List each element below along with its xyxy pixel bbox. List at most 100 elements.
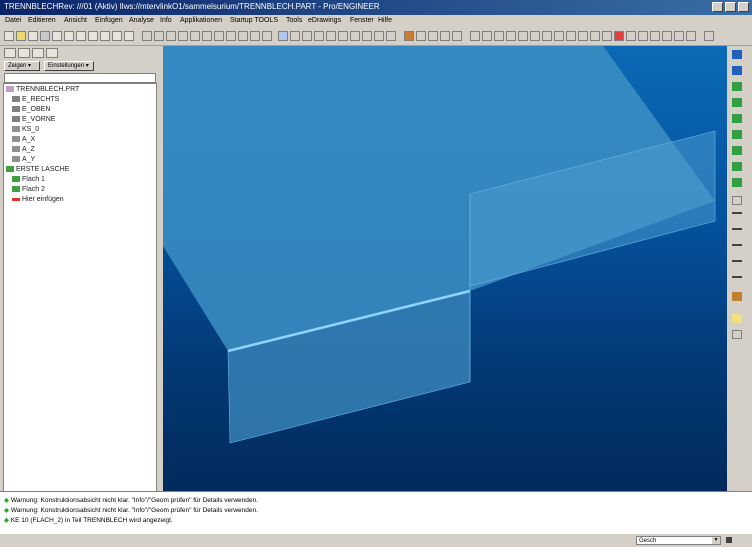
view-manager-icon[interactable] bbox=[386, 31, 396, 41]
new-file-icon[interactable] bbox=[4, 31, 14, 41]
point-tool-icon[interactable] bbox=[732, 260, 742, 262]
spline-tool-icon[interactable] bbox=[732, 244, 742, 246]
no-hidden-icon[interactable] bbox=[440, 31, 450, 41]
orient-icon[interactable] bbox=[302, 31, 312, 41]
measure-icon[interactable] bbox=[542, 31, 552, 41]
edit-tool-icon[interactable] bbox=[732, 292, 742, 301]
menu-einfuegen[interactable]: Einfügen bbox=[95, 17, 123, 24]
model-tree-icon[interactable] bbox=[262, 31, 272, 41]
wall-tool-icon[interactable] bbox=[732, 114, 742, 123]
appearance-icon[interactable] bbox=[404, 31, 414, 41]
reorient-icon[interactable] bbox=[350, 31, 360, 41]
section-icon[interactable] bbox=[566, 31, 576, 41]
folder-browser-tab-icon[interactable] bbox=[18, 48, 30, 58]
graphics-viewport[interactable] bbox=[163, 46, 727, 491]
minimize-button[interactable] bbox=[712, 2, 723, 12]
tree-item-e-vorne[interactable]: E_VORNE bbox=[12, 116, 55, 123]
note-tool-icon[interactable] bbox=[732, 330, 742, 339]
annotation-tool-icon[interactable] bbox=[732, 314, 742, 323]
wireframe-icon[interactable] bbox=[416, 31, 426, 41]
tag2-icon[interactable] bbox=[686, 31, 696, 41]
tree-item-erste-lasche[interactable]: ERSTE LASCHE bbox=[6, 166, 69, 173]
arc-tool-icon[interactable] bbox=[732, 228, 742, 230]
tree-item-e-rechts[interactable]: E_RECHTS bbox=[12, 96, 59, 103]
tree-item-flach-2[interactable]: Flach 2 bbox=[12, 186, 45, 193]
tree-item-ks-0[interactable]: KS_0 bbox=[12, 126, 39, 133]
datum-plane-tool-icon[interactable] bbox=[732, 50, 742, 59]
datum-axis-tool-icon[interactable] bbox=[732, 66, 742, 75]
annotations-icon[interactable] bbox=[518, 31, 528, 41]
tree-item-insert-here[interactable]: Hier einfügen bbox=[12, 196, 64, 203]
datum-point-tool-icon[interactable] bbox=[732, 82, 742, 91]
close-button[interactable] bbox=[738, 2, 749, 12]
menu-info[interactable]: Info bbox=[160, 17, 172, 24]
context-help-icon[interactable] bbox=[704, 31, 714, 41]
relations-icon[interactable] bbox=[226, 31, 236, 41]
close-window-icon[interactable] bbox=[124, 31, 134, 41]
shading-icon[interactable] bbox=[452, 31, 462, 41]
datum-axes-icon[interactable] bbox=[482, 31, 492, 41]
hidden-line-icon[interactable] bbox=[428, 31, 438, 41]
menu-datei[interactable]: Datei bbox=[5, 17, 21, 24]
undo-icon[interactable] bbox=[142, 31, 152, 41]
tag-icon[interactable] bbox=[674, 31, 684, 41]
tree-item-a-y[interactable]: A_Y bbox=[12, 156, 35, 163]
select-icon[interactable] bbox=[112, 31, 122, 41]
zoom-out-icon[interactable] bbox=[326, 31, 336, 41]
tree-filter-field[interactable] bbox=[4, 73, 156, 83]
menu-edrawings[interactable]: eDrawings bbox=[308, 17, 341, 24]
sketch-icon[interactable] bbox=[554, 31, 564, 41]
tree-item-e-oben[interactable]: E_OBEN bbox=[12, 106, 50, 113]
layer-icon[interactable] bbox=[374, 31, 384, 41]
maximize-button[interactable] bbox=[725, 2, 736, 12]
unbend-tool-icon[interactable] bbox=[732, 178, 742, 187]
pattern-icon[interactable] bbox=[202, 31, 212, 41]
coordinate-systems-icon[interactable] bbox=[506, 31, 516, 41]
find-icon[interactable] bbox=[100, 31, 110, 41]
flange-tool-icon[interactable] bbox=[732, 130, 742, 139]
show-button[interactable]: Zeigen ▾ bbox=[4, 61, 40, 71]
datum-plane-tag-icon[interactable] bbox=[626, 31, 636, 41]
parameters-icon[interactable] bbox=[238, 31, 248, 41]
csys-tag-icon[interactable] bbox=[662, 31, 672, 41]
datum-axis-tag-icon[interactable] bbox=[638, 31, 648, 41]
menu-startup-tools[interactable]: Startup TOOLS bbox=[230, 17, 278, 24]
tree-item-a-z[interactable]: A_Z bbox=[12, 146, 35, 153]
family-table-icon[interactable] bbox=[590, 31, 600, 41]
color-icon[interactable] bbox=[614, 31, 624, 41]
point-tag-icon[interactable] bbox=[650, 31, 660, 41]
flat-tool-icon[interactable] bbox=[732, 146, 742, 155]
trim-tool-icon[interactable] bbox=[732, 276, 742, 278]
refit-icon[interactable] bbox=[338, 31, 348, 41]
table-icon[interactable] bbox=[602, 31, 612, 41]
bend-tool-icon[interactable] bbox=[732, 162, 742, 171]
copy-icon[interactable] bbox=[64, 31, 74, 41]
print-icon[interactable] bbox=[40, 31, 50, 41]
tree-item-root[interactable]: TRENNBLECH.PRT bbox=[6, 86, 79, 93]
csys-tool-icon[interactable] bbox=[732, 98, 742, 107]
chevron-down-icon[interactable]: ▼ bbox=[712, 537, 720, 544]
datum-points-icon[interactable] bbox=[494, 31, 504, 41]
xsec-icon[interactable] bbox=[578, 31, 588, 41]
favorites-tab-icon[interactable] bbox=[32, 48, 44, 58]
email-icon[interactable] bbox=[52, 31, 62, 41]
spin-center-toggle-icon[interactable] bbox=[530, 31, 540, 41]
tree-item-a-x[interactable]: A_X bbox=[12, 136, 35, 143]
cut-icon[interactable] bbox=[166, 31, 176, 41]
group-icon[interactable] bbox=[214, 31, 224, 41]
menu-ansicht[interactable]: Ansicht bbox=[64, 17, 87, 24]
history-tab-icon[interactable] bbox=[46, 48, 58, 58]
menu-fenster[interactable]: Fenster bbox=[350, 17, 374, 24]
regenerate-icon[interactable] bbox=[88, 31, 98, 41]
mirror-icon[interactable] bbox=[190, 31, 200, 41]
save-icon[interactable] bbox=[28, 31, 38, 41]
datum-planes-icon[interactable] bbox=[470, 31, 480, 41]
redo-icon[interactable] bbox=[154, 31, 164, 41]
menu-hilfe[interactable]: Hilfe bbox=[378, 17, 392, 24]
model-tree-tab-icon[interactable] bbox=[4, 48, 16, 58]
settings-button[interactable]: Einstellungen ▾ bbox=[44, 61, 94, 71]
line-tool-icon[interactable] bbox=[732, 212, 742, 214]
tree-item-flach-1[interactable]: Flach 1 bbox=[12, 176, 45, 183]
sketch-tool-icon[interactable] bbox=[732, 196, 742, 205]
menu-editieren[interactable]: Editieren bbox=[28, 17, 56, 24]
